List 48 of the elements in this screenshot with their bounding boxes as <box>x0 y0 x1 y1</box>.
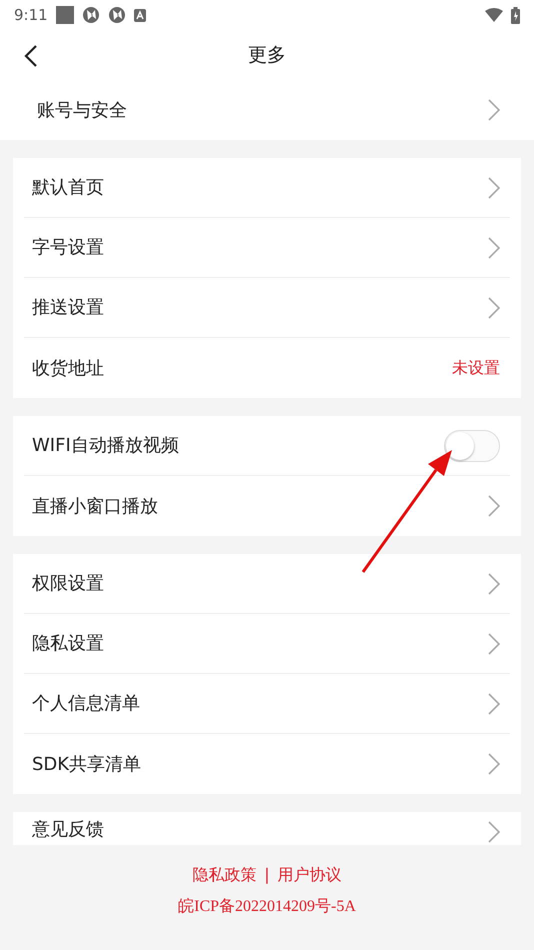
chevron-icon <box>488 753 500 775</box>
settings-row[interactable]: 推送设置 <box>24 278 510 338</box>
chevron-icon <box>488 632 500 654</box>
row-label: 隐私设置 <box>32 632 104 656</box>
settings-row[interactable]: 权限设置 <box>24 554 510 614</box>
settings-row[interactable]: 字号设置 <box>24 218 510 278</box>
aperture-icon <box>82 6 100 24</box>
row-label: 账号与安全 <box>37 98 127 122</box>
settings-row[interactable]: 隐私设置 <box>24 614 510 674</box>
toggle-switch[interactable] <box>444 430 500 462</box>
row-label: 收货地址 <box>32 356 104 380</box>
agreement-link[interactable]: 用户协议 <box>278 863 342 887</box>
clock: 9:11 <box>14 4 48 26</box>
row-label: 推送设置 <box>32 296 104 320</box>
settings-row[interactable]: 个人信息清单 <box>24 674 510 734</box>
icp-text: 皖ICP备2022014209号-5A <box>177 897 357 917</box>
wifi-icon <box>485 8 503 22</box>
settings-row[interactable]: 直播小窗口播放 <box>24 476 510 536</box>
page-title: 更多 <box>248 42 286 68</box>
row-label: SDK共享清单 <box>32 752 142 776</box>
settings-row[interactable]: 默认首页 <box>24 158 510 218</box>
settings-row[interactable]: 收货地址 未设置 <box>24 338 510 398</box>
row-value: 未设置 <box>452 357 500 379</box>
row-label: 直播小窗口播放 <box>32 494 158 518</box>
row-label: 个人信息清单 <box>32 692 140 716</box>
row-label: 字号设置 <box>32 236 104 260</box>
aperture-icon <box>108 6 126 24</box>
chevron-icon <box>488 99 500 121</box>
back-button[interactable] <box>22 43 40 67</box>
separator: | <box>264 864 270 886</box>
chevron-icon <box>488 692 500 714</box>
chevron-icon <box>488 176 500 198</box>
row-label: 意见反馈 <box>32 818 104 842</box>
square-icon <box>56 6 74 24</box>
chevron-icon <box>488 296 500 318</box>
row-label: WIFI自动播放视频 <box>32 434 179 458</box>
row-label: 默认首页 <box>32 176 104 200</box>
chevron-icon <box>488 236 500 258</box>
row-label: 权限设置 <box>32 572 104 596</box>
battery-icon <box>511 6 520 24</box>
chevron-icon <box>488 572 500 594</box>
settings-row[interactable]: SDK共享清单 <box>24 734 510 794</box>
privacy-link[interactable]: 隐私政策 <box>192 863 256 887</box>
chevron-icon <box>488 821 500 843</box>
keyboard-icon <box>134 8 146 22</box>
chevron-icon <box>488 495 500 517</box>
settings-row[interactable]: 意见反馈 <box>24 812 510 845</box>
settings-row[interactable]: 账号与安全 <box>0 80 534 140</box>
